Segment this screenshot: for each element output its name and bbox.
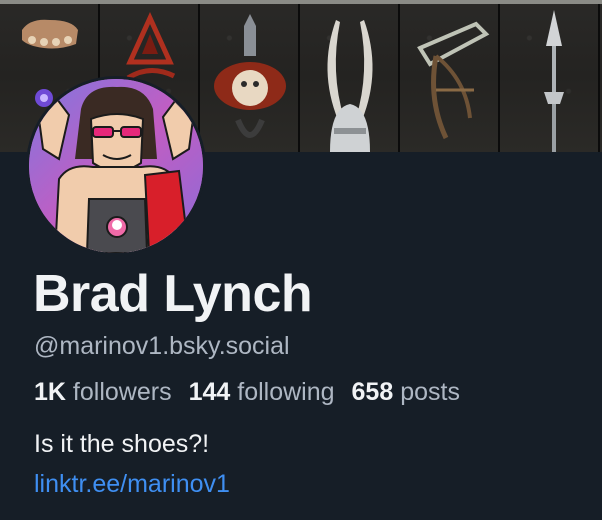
banner-border bbox=[0, 0, 602, 4]
following-count: 144 bbox=[188, 378, 231, 406]
winged-helm-icon bbox=[327, 20, 373, 152]
display-name: Brad Lynch bbox=[33, 265, 313, 323]
followers-label: followers bbox=[72, 378, 172, 406]
following-label: following bbox=[237, 378, 335, 406]
profile-header: Brad Lynch @marinov1.bsky.social 1K foll… bbox=[0, 0, 602, 520]
banner-tile bbox=[300, 0, 400, 152]
followers-link[interactable]: 1K followers bbox=[34, 376, 172, 408]
followers-count: 1K bbox=[34, 378, 66, 406]
banner-tile bbox=[200, 0, 300, 152]
amulet-icon bbox=[214, 14, 286, 138]
avatar-image bbox=[29, 79, 203, 253]
posts-stat: 658 posts bbox=[352, 376, 460, 408]
following-link[interactable]: 144 following bbox=[189, 376, 335, 408]
profile-bio: Is it the shoes?! bbox=[34, 430, 210, 458]
posts-count: 658 bbox=[351, 378, 394, 406]
banner-tile bbox=[500, 0, 600, 152]
crossbow-icon bbox=[417, 21, 490, 140]
posts-label: posts bbox=[400, 378, 460, 406]
profile-stats: 1K followers 144 following 658 posts bbox=[34, 376, 460, 408]
avatar[interactable] bbox=[26, 76, 206, 256]
banner-tile bbox=[400, 0, 500, 152]
profile-link[interactable]: linktr.ee/marinov1 bbox=[34, 468, 230, 500]
spear-icon bbox=[544, 10, 564, 152]
user-handle: @marinov1.bsky.social bbox=[34, 332, 290, 360]
